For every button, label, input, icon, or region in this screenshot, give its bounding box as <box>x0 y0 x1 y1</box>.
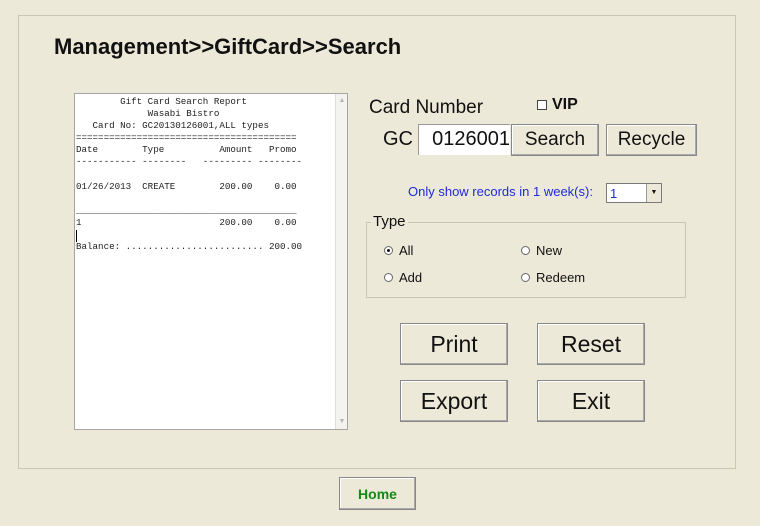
report-scrollbar[interactable]: ▲ ▼ <box>335 94 347 429</box>
radio-all-label: All <box>399 243 414 258</box>
type-fieldset <box>366 222 686 298</box>
radio-add-label: Add <box>399 270 423 285</box>
page-title: Management>>GiftCard>>Search <box>54 34 402 59</box>
recycle-button[interactable]: Recycle <box>606 124 697 156</box>
card-number-label: Card Number <box>369 97 484 118</box>
vip-checkbox[interactable] <box>537 100 547 110</box>
chevron-down-icon[interactable]: ▼ <box>646 184 661 202</box>
reset-button[interactable]: Reset <box>537 323 645 365</box>
radio-all[interactable]: All <box>384 243 413 258</box>
search-button[interactable]: Search <box>511 124 599 156</box>
radio-add[interactable]: Add <box>384 270 422 285</box>
vip-label: VIP <box>552 96 578 113</box>
type-legend: Type <box>371 213 408 230</box>
vip-checkbox-group[interactable]: VIP <box>537 96 578 114</box>
home-button[interactable]: Home <box>339 477 416 510</box>
scroll-up-icon[interactable]: ▲ <box>337 96 347 106</box>
week-filter-label: Only show records in 1 week(s): <box>408 184 593 199</box>
card-number-input[interactable] <box>418 124 510 155</box>
radio-redeem[interactable]: Redeem <box>521 270 585 285</box>
radio-new[interactable]: New <box>521 243 562 258</box>
export-button[interactable]: Export <box>400 380 508 422</box>
radio-new-button[interactable] <box>521 246 530 255</box>
radio-new-label: New <box>536 243 563 258</box>
card-prefix: GC <box>383 128 413 150</box>
radio-redeem-label: Redeem <box>536 270 586 285</box>
radio-add-button[interactable] <box>384 273 393 282</box>
report-text: Gift Card Search Report Wasabi Bistro Ca… <box>76 96 303 253</box>
print-button[interactable]: Print <box>400 323 508 365</box>
exit-button[interactable]: Exit <box>537 380 645 422</box>
text-caret <box>76 230 77 242</box>
scroll-down-icon[interactable]: ▼ <box>337 417 347 427</box>
radio-all-button[interactable] <box>384 246 393 255</box>
radio-redeem-button[interactable] <box>521 273 530 282</box>
week-select[interactable]: 1 ▼ <box>606 183 662 203</box>
week-select-value: 1 <box>610 186 618 201</box>
report-textarea[interactable]: Gift Card Search Report Wasabi Bistro Ca… <box>74 93 348 430</box>
